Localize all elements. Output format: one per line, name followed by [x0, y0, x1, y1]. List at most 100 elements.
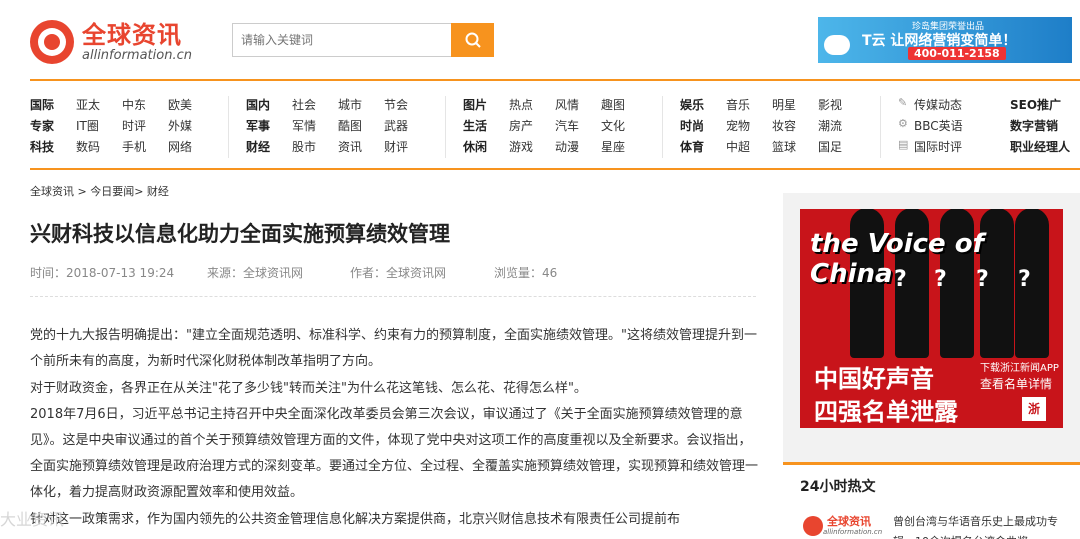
nav-link-IT圈[interactable]: IT圈	[76, 117, 99, 134]
nav-link-城市[interactable]: 城市	[338, 96, 362, 113]
zhejiang-news-badge: 浙	[1022, 397, 1046, 421]
media-icon: ✎	[898, 96, 908, 109]
globe-logo-icon	[30, 20, 74, 64]
search-icon	[465, 32, 481, 48]
nav-link-国际[interactable]: 国际	[30, 96, 54, 113]
nav-link-动漫[interactable]: 动漫	[555, 138, 579, 155]
nav-link-时评[interactable]: 时评	[122, 117, 146, 134]
nav-link-图片[interactable]: 图片	[463, 96, 487, 113]
article-title: 兴财科技以信息化助力全面实施预算绩效管理	[30, 222, 450, 246]
header-banner-ad[interactable]: 珍岛集团荣誉出品 T云 让网络营销变简单！ 400-011-2158	[818, 17, 1072, 63]
thumb-logo-en: allinformation.cn	[823, 528, 883, 536]
nav-link-热点[interactable]: 热点	[509, 96, 533, 113]
article-views: 浏览量：46	[494, 266, 558, 280]
nav-link-SEO推广[interactable]: SEO推广	[1010, 96, 1061, 113]
nav-link-酷图[interactable]: 酷图	[338, 117, 362, 134]
nav-link-时尚[interactable]: 时尚	[680, 117, 704, 134]
search-input[interactable]	[232, 23, 451, 57]
nav-link-星座[interactable]: 星座	[601, 138, 625, 155]
nav-link-数码[interactable]: 数码	[76, 138, 100, 155]
nav-link-社会[interactable]: 社会	[292, 96, 316, 113]
article-paragraph: 党的十九大报告明确提出："建立全面规范透明、标准科学、约束有力的预算制度，全面实…	[30, 328, 757, 369]
meta-divider	[30, 296, 756, 297]
article-time: 时间：2018-07-13 19:24	[30, 266, 175, 280]
thumb-logo-cn: 全球资讯	[827, 515, 871, 528]
nav-link-国际时评[interactable]: 国际时评	[914, 138, 962, 155]
ad-subtext-1: 下载浙江新闻APP	[980, 363, 1059, 374]
article-paragraph: 针对这一政策需求，作为国内领先的公共资金管理信息化解决方案提供商，北京兴财信息技…	[30, 512, 681, 527]
nav-link-亚太[interactable]: 亚太	[76, 96, 100, 113]
nav-link-影视[interactable]: 影视	[818, 96, 842, 113]
nav-link-音乐[interactable]: 音乐	[726, 96, 750, 113]
hot-item-link[interactable]: 曾创台湾与华语音乐史上最成功专辑，10余次提名台湾金曲奖	[893, 512, 1068, 539]
nav-link-军事[interactable]: 军事	[246, 117, 270, 134]
search-button[interactable]	[451, 23, 494, 57]
article-paragraph: 2018年7月6日，习近平总书记主持召开中央全面深化改革委员会第三次会议，审议通…	[30, 407, 759, 500]
cloud-icon	[824, 35, 850, 55]
hot-item-thumbnail[interactable]: 全球资讯 allinformation.cn	[803, 516, 882, 536]
search-bar	[232, 23, 494, 57]
nav-link-明星[interactable]: 明星	[772, 96, 796, 113]
nav-link-财经[interactable]: 财经	[246, 138, 270, 155]
ad-subtext-2: 查看名单详情	[980, 377, 1053, 391]
nav-link-武器[interactable]: 武器	[384, 117, 408, 134]
nav-link-宠物[interactable]: 宠物	[726, 117, 750, 134]
article-author: 作者：全球资讯网	[350, 266, 447, 280]
main-nav: 国际 亚太 中东 欧美专家 IT圈 时评 外媒科技 数码 手机 网络 国内 社会 城市 节会军事 军情 酷图 武…	[30, 96, 1080, 162]
nav-link-潮流[interactable]: 潮流	[818, 117, 842, 134]
nav-link-财评[interactable]: 财评	[384, 138, 408, 155]
breadcrumb[interactable]: 全球资讯 > 今日要闻> 财经	[30, 183, 169, 199]
nav-link-娱乐[interactable]: 娱乐	[680, 96, 704, 113]
hot-title: 24小时热文	[800, 479, 876, 495]
nav-link-生活[interactable]: 生活	[463, 117, 487, 134]
sidebar-ad[interactable]: ? ? ? ? the Voice of China 中国好声音 四强名单泄露 …	[800, 209, 1063, 428]
nav-link-篮球[interactable]: 篮球	[772, 138, 796, 155]
site-logo[interactable]: 全球资讯 allinformation.cn	[30, 18, 200, 66]
logo-domain: allinformation.cn	[82, 47, 192, 63]
ad-show-logo: the Voice of China	[810, 229, 984, 289]
nav-link-休闲[interactable]: 休闲	[463, 138, 487, 155]
nav-separator	[445, 96, 446, 158]
nav-link-欧美[interactable]: 欧美	[168, 96, 192, 113]
nav-link-体育[interactable]: 体育	[680, 138, 704, 155]
nav-link-中东[interactable]: 中东	[122, 96, 146, 113]
article-paragraph: 对于财政资金，各界正在从关注"花了多少钱"转而关注"为什么花这笔钱、怎么花、花得…	[30, 381, 587, 396]
nav-divider	[30, 168, 1080, 170]
nav-link-汽车[interactable]: 汽车	[555, 117, 579, 134]
nav-link-手机[interactable]: 手机	[122, 138, 146, 155]
logo-title: 全球资讯	[82, 20, 182, 49]
nav-link-股市[interactable]: 股市	[292, 138, 316, 155]
nav-link-妆容[interactable]: 妆容	[772, 117, 796, 134]
header-divider	[30, 79, 1080, 81]
nav-link-军情[interactable]: 军情	[292, 117, 316, 134]
nav-link-外媒[interactable]: 外媒	[168, 117, 192, 134]
nav-link-资讯[interactable]: 资讯	[338, 138, 362, 155]
nav-link-风情[interactable]: 风情	[555, 96, 579, 113]
nav-link-国足[interactable]: 国足	[818, 138, 842, 155]
globe-logo-icon	[803, 516, 823, 536]
nav-link-中超[interactable]: 中超	[726, 138, 750, 155]
nav-link-文化[interactable]: 文化	[601, 117, 625, 134]
nav-separator	[228, 96, 229, 158]
article-source: 来源：全球资讯网	[207, 266, 304, 280]
nav-link-传媒动态[interactable]: 传媒动态	[914, 96, 962, 113]
nav-link-科技[interactable]: 科技	[30, 138, 54, 155]
nav-link-职业经理人[interactable]: 职业经理人	[1010, 138, 1070, 155]
banner-phone: 400-011-2158	[908, 47, 1006, 60]
hot-articles-panel: 24小时热文 全球资讯 allinformation.cn 曾创台湾与华语音乐史…	[783, 462, 1080, 539]
nav-link-专家[interactable]: 专家	[30, 117, 54, 134]
nav-link-BBC英语[interactable]: BBC英语	[914, 117, 963, 134]
ad-headline-2: 四强名单泄露	[814, 398, 958, 426]
nav-separator	[880, 96, 881, 158]
nav-link-节会[interactable]: 节会	[384, 96, 408, 113]
nav-separator	[662, 96, 663, 158]
document-icon: ▤	[898, 138, 909, 151]
nav-link-趣图[interactable]: 趣图	[601, 96, 625, 113]
nav-link-房产[interactable]: 房产	[509, 117, 533, 134]
ad-headline-1: 中国好声音	[814, 365, 934, 393]
nav-link-数字营销[interactable]: 数字营销	[1010, 117, 1058, 134]
hot-divider	[783, 462, 1080, 465]
nav-link-游戏[interactable]: 游戏	[509, 138, 533, 155]
nav-link-国内[interactable]: 国内	[246, 96, 270, 113]
nav-link-网络[interactable]: 网络	[168, 138, 192, 155]
